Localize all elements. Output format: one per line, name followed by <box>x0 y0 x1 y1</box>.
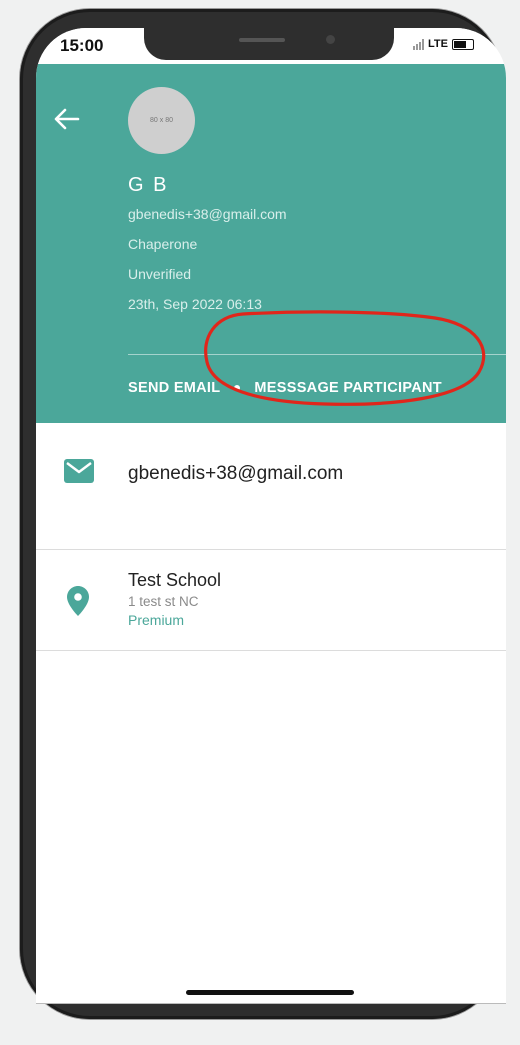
screen-bottom-edge <box>36 1003 506 1004</box>
signal-icon <box>413 38 425 50</box>
status-indicators: LTE <box>413 38 474 50</box>
header-divider <box>128 354 506 355</box>
profile-name: G B <box>128 174 169 196</box>
back-arrow-icon[interactable] <box>52 104 82 134</box>
contact-email: gbenedis+38@gmail.com <box>128 463 344 484</box>
network-label: LTE <box>428 38 448 50</box>
send-email-button[interactable]: SEND EMAIL <box>128 380 220 396</box>
status-time: 15:00 <box>60 36 104 55</box>
battery-icon <box>452 38 474 50</box>
location-pin-icon <box>67 586 89 616</box>
camera <box>326 35 335 44</box>
school-name: Test School <box>128 570 222 590</box>
verification-status: Unverified <box>128 266 192 282</box>
home-indicator[interactable] <box>186 990 354 995</box>
profile-email: gbenedis+38@gmail.com <box>128 206 287 222</box>
profile-date: 23th, Sep 2022 06:13 <box>128 296 262 312</box>
email-row[interactable]: gbenedis+38@gmail.com <box>36 423 506 550</box>
separator-dot <box>234 385 241 391</box>
mail-icon <box>64 459 94 483</box>
profile-header: 80 x 80 G B gbenedis+38@gmail.com Chaper… <box>36 64 506 423</box>
speaker <box>239 38 285 42</box>
app-screen: 15:00 LTE 80 x 80 G B gbenedis+38@gmail. <box>36 28 506 1004</box>
avatar: 80 x 80 <box>128 87 195 154</box>
action-bar: SEND EMAIL MESSSAGE PARTICIPANT <box>128 368 442 408</box>
school-plan: Premium <box>128 612 185 628</box>
school-address: 1 test st NC <box>128 594 199 609</box>
message-participant-button[interactable]: MESSSAGE PARTICIPANT <box>254 380 442 396</box>
avatar-placeholder-text: 80 x 80 <box>150 117 173 124</box>
profile-role: Chaperone <box>128 236 198 252</box>
status-bar: 15:00 LTE <box>36 28 506 64</box>
screenshot: 15:00 LTE 80 x 80 G B gbenedis+38@gmail. <box>0 0 520 1045</box>
notch <box>144 28 394 60</box>
school-row[interactable]: Test School 1 test st NC Premium <box>36 550 506 651</box>
